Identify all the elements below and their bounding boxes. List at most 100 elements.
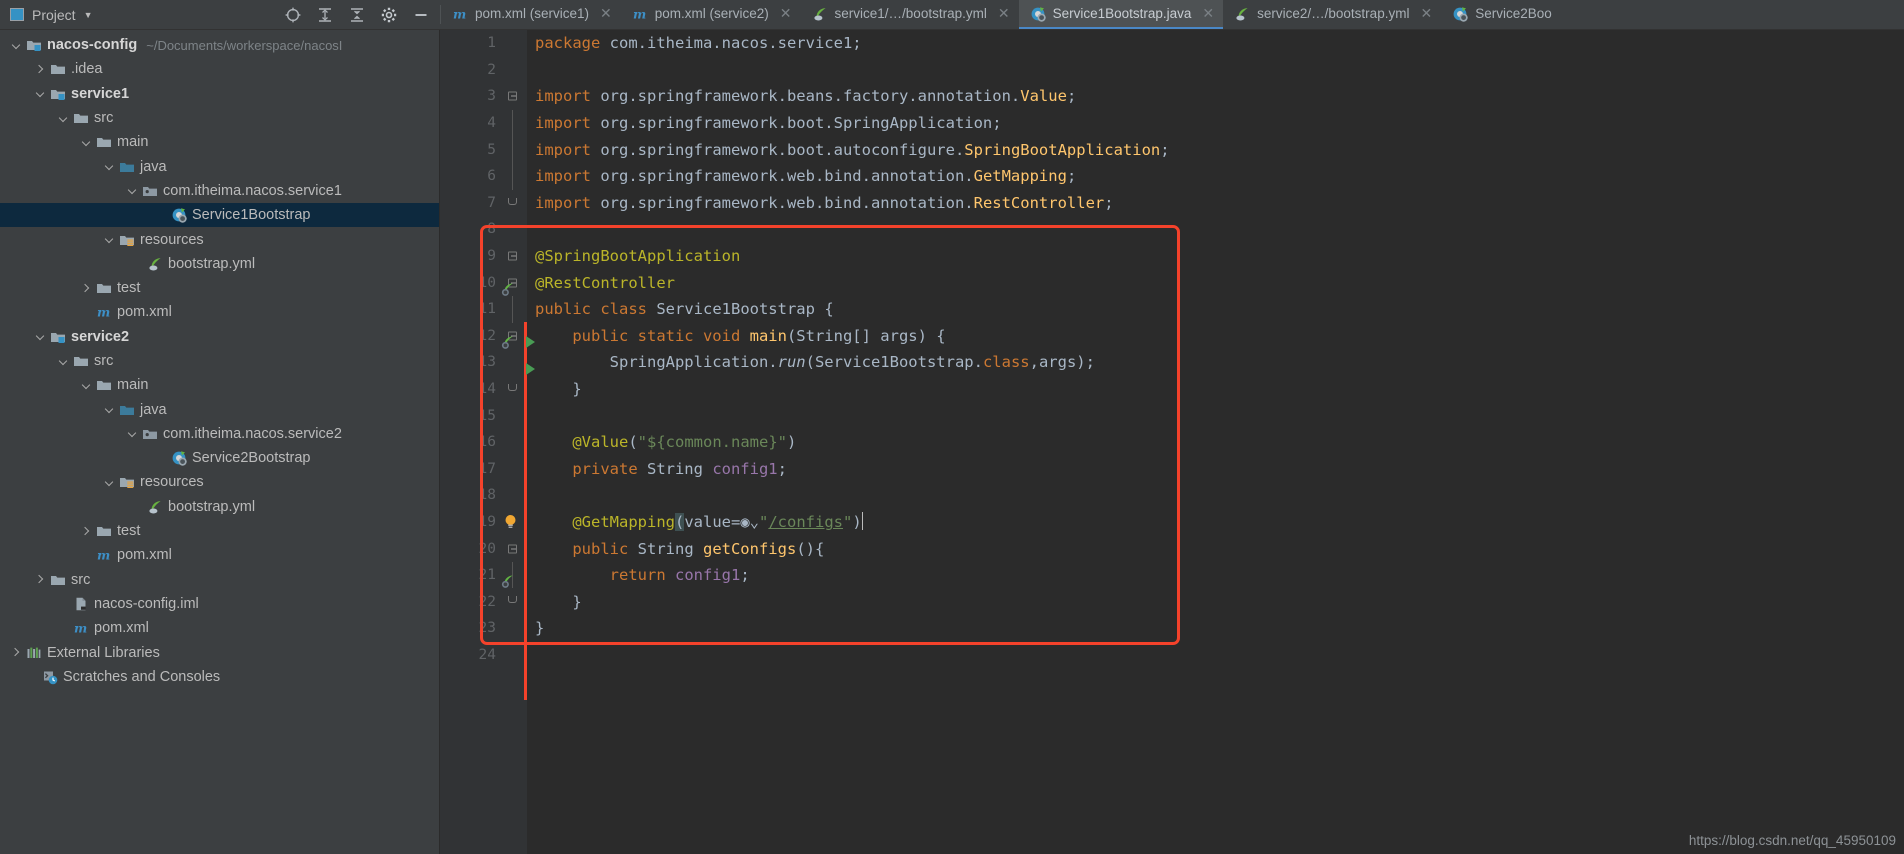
tree-node-service1-package[interactable]: com.itheima.nacos.service1 [0, 179, 439, 203]
tab-pom-service1[interactable]: m pom.xml (service1) ✕ [441, 0, 621, 29]
run-gutter-icon[interactable] [526, 336, 535, 348]
gutter-cell[interactable] [496, 162, 527, 190]
gutter-cell[interactable] [496, 482, 527, 509]
spring-bean-icon[interactable] [500, 282, 515, 297]
fold-end-icon[interactable] [508, 383, 517, 391]
gutter-cell[interactable] [496, 109, 527, 137]
gutter-cell[interactable] [496, 615, 527, 642]
tab-service2-bootstrap-java[interactable]: Service2Boo [1441, 0, 1561, 29]
chevron-down-icon[interactable] [57, 355, 70, 368]
close-icon[interactable]: ✕ [1420, 5, 1432, 22]
chevron-down-icon[interactable] [103, 160, 116, 173]
gutter-cell[interactable] [496, 588, 527, 615]
code-line[interactable]: 20 public String getConfigs(){ [440, 535, 1904, 562]
intention-bulb-icon[interactable] [504, 514, 517, 529]
gutter-cell[interactable] [496, 349, 527, 376]
gutter-cell[interactable] [496, 456, 527, 483]
code-line[interactable]: 5 import org.springframework.boot.autoco… [440, 136, 1904, 163]
gutter-cell[interactable] [496, 509, 527, 536]
gutter-cell[interactable] [496, 136, 527, 163]
tree-node-service1-main[interactable]: main [0, 130, 439, 154]
tree-node-service1-bootstrap-yml[interactable]: bootstrap.yml [0, 252, 439, 276]
code-line[interactable]: 3 import org.springframework.beans.facto… [440, 83, 1904, 110]
tree-node-service2bootstrap[interactable]: Service2Bootstrap [0, 446, 439, 470]
tree-node-service1-resources[interactable]: resources [0, 227, 439, 251]
tree-node-nacos-config-iml[interactable]: nacos-config.iml [0, 592, 439, 616]
code-line[interactable]: 18 [440, 482, 1904, 509]
tree-node-service1-java[interactable]: java [0, 154, 439, 178]
tree-node-scratches-consoles[interactable]: Scratches and Consoles [0, 665, 439, 689]
chevron-down-icon[interactable] [80, 136, 93, 149]
code-line[interactable]: 1 package com.itheima.nacos.service1; [440, 30, 1904, 57]
chevron-right-icon[interactable] [34, 573, 47, 586]
gear-icon[interactable] [380, 6, 398, 24]
gutter-cell[interactable] [496, 535, 527, 562]
gutter-cell[interactable] [496, 30, 527, 57]
tree-node-service2-test[interactable]: test [0, 519, 439, 543]
gutter-cell[interactable] [496, 376, 527, 403]
code-line[interactable]: 23 } [440, 615, 1904, 642]
code-line[interactable]: 2 [440, 57, 1904, 84]
chevron-right-icon[interactable] [80, 525, 93, 538]
code-line[interactable]: 14 } [440, 376, 1904, 403]
tree-node-idea[interactable]: .idea [0, 57, 439, 81]
chevron-right-icon[interactable] [10, 646, 23, 659]
tab-service1-bootstrap-java[interactable]: Service1Bootstrap.java ✕ [1018, 0, 1224, 29]
chevron-down-icon[interactable] [126, 184, 139, 197]
locate-icon[interactable] [284, 6, 302, 24]
code-line[interactable]: 22 } [440, 588, 1904, 615]
tree-node-service2-bootstrap-yml[interactable]: bootstrap.yml [0, 495, 439, 519]
fold-end-icon[interactable] [508, 596, 517, 604]
fold-marker-icon[interactable] [508, 251, 517, 261]
chevron-down-icon[interactable] [10, 39, 23, 52]
code-line[interactable]: 9 @SpringBootApplication [440, 243, 1904, 270]
tab-pom-service2[interactable]: m pom.xml (service2) ✕ [621, 0, 801, 29]
tree-node-service2-main[interactable]: main [0, 373, 439, 397]
minimize-icon[interactable] [412, 6, 430, 24]
fold-marker-icon[interactable] [508, 544, 517, 554]
tree-node-service2-resources[interactable]: resources [0, 470, 439, 494]
tree-node-service2-java[interactable]: java [0, 397, 439, 421]
code-line[interactable]: 13 SpringApplication.run(Service1Bootstr… [440, 349, 1904, 376]
tree-node-service1[interactable]: service1 [0, 82, 439, 106]
code-line[interactable]: 17 private String config1; [440, 456, 1904, 483]
close-icon[interactable]: ✕ [600, 5, 612, 22]
chevron-down-icon[interactable] [126, 427, 139, 440]
code-line[interactable]: 24 [440, 642, 1904, 669]
tree-node-service1-pom[interactable]: m pom.xml [0, 300, 439, 324]
spring-bean-icon[interactable] [500, 335, 515, 350]
code-line[interactable]: 6 import org.springframework.web.bind.an… [440, 162, 1904, 190]
tree-node-service1-src[interactable]: src [0, 106, 439, 130]
code-line[interactable]: 7 import org.springframework.web.bind.an… [440, 190, 1904, 217]
tree-node-service2-package[interactable]: com.itheima.nacos.service2 [0, 422, 439, 446]
tab-service2-bootstrap-yml[interactable]: service2/…/bootstrap.yml ✕ [1223, 0, 1441, 29]
code-editor[interactable]: 1 package com.itheima.nacos.service1; 2 … [440, 30, 1904, 854]
gutter-cell[interactable] [496, 295, 527, 323]
chevron-down-icon[interactable]: ▼ [84, 10, 93, 20]
gutter-cell[interactable] [496, 642, 527, 669]
chevron-down-icon[interactable] [57, 112, 70, 125]
spring-bean-icon[interactable] [500, 574, 515, 589]
chevron-down-icon[interactable] [103, 476, 116, 489]
tree-node-service1-test[interactable]: test [0, 276, 439, 300]
chevron-down-icon[interactable] [34, 330, 47, 343]
close-icon[interactable]: ✕ [1202, 5, 1214, 22]
code-line[interactable]: 4 import org.springframework.boot.Spring… [440, 109, 1904, 137]
tree-node-service2[interactable]: service2 [0, 325, 439, 349]
gutter-cell[interactable] [496, 83, 527, 110]
fold-end-icon[interactable] [508, 197, 517, 205]
code-line[interactable]: 11 public class Service1Bootstrap { [440, 295, 1904, 323]
code-line[interactable]: 12 public static void main(String[] args… [440, 323, 1904, 350]
gutter-cell[interactable] [496, 243, 527, 270]
gutter-cell[interactable] [496, 190, 527, 217]
gutter-cell[interactable] [496, 429, 527, 456]
chevron-down-icon[interactable] [80, 379, 93, 392]
tree-node-service1bootstrap[interactable]: Service1Bootstrap [0, 203, 439, 228]
gutter-cell[interactable] [496, 402, 527, 429]
code-line[interactable]: 19 @GetMapping(value=◉⌄"/configs") [440, 509, 1904, 536]
tree-node-external-libraries[interactable]: External Libraries [0, 640, 439, 664]
chevron-right-icon[interactable] [80, 282, 93, 295]
gutter-cell[interactable] [496, 57, 527, 84]
code-line[interactable]: 10 @RestController [440, 269, 1904, 296]
chevron-down-icon[interactable] [103, 233, 116, 246]
